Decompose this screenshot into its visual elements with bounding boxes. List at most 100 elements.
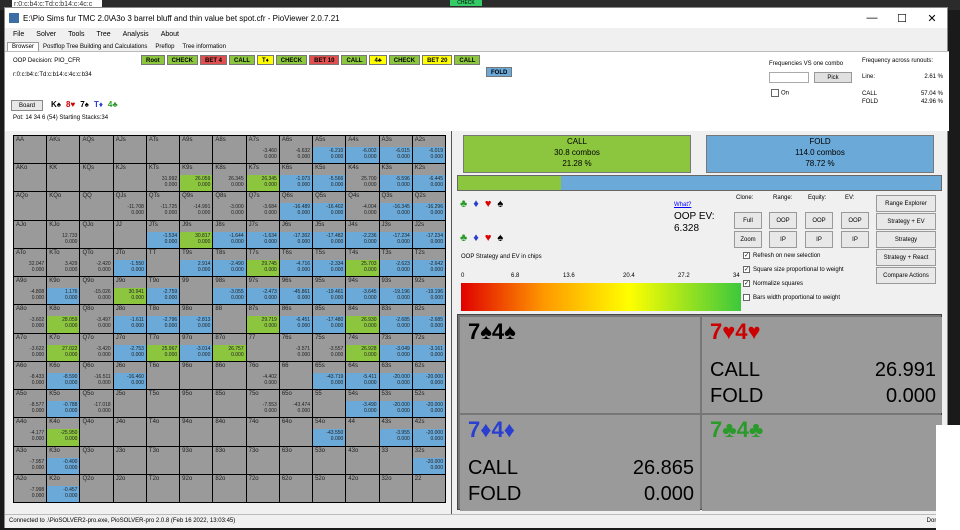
hand-cell[interactable]: A6s -6.632 0.000 <box>279 136 313 164</box>
crumb-5[interactable]: CHECK <box>275 55 308 65</box>
hand-cell[interactable]: K2s -6.445 0.000 <box>412 164 445 192</box>
hand-cell[interactable]: A4s -6.002 0.000 <box>346 136 379 164</box>
hand-cell[interactable]: 76s -3.571 0.000 <box>279 333 313 361</box>
hand-cell[interactable]: 93o <box>180 446 213 474</box>
hand-cell[interactable]: 64s -5.411 0.000 <box>346 361 379 390</box>
hand-cell[interactable]: 87o 26.757 0.000 <box>213 333 246 361</box>
strategy-react-button[interactable]: Strategy + React <box>876 249 936 266</box>
hand-cell[interactable]: 53o <box>313 446 346 474</box>
hand-cell[interactable]: QTs -11.725 0.000 <box>146 192 180 220</box>
suit-filter-icon[interactable]: ♥ <box>485 232 498 244</box>
hand-cell[interactable]: 85o <box>213 390 246 418</box>
what-link[interactable]: What? <box>674 202 691 208</box>
refresh-checkbox[interactable]: ✓ Refresh on new selection <box>743 252 820 259</box>
hand-cell[interactable]: 92s -19.196 0.000 <box>412 277 445 305</box>
hand-cell[interactable]: J7s -1.634 0.000 <box>246 220 279 248</box>
hand-cell[interactable]: KQo <box>47 192 80 220</box>
hand-cell[interactable]: 77 <box>246 333 279 361</box>
ev-oop-button[interactable]: OOP <box>841 212 869 229</box>
tab-browser[interactable]: Browser <box>7 42 40 51</box>
ev-ip-button[interactable]: IP <box>841 231 869 248</box>
hand-cell[interactable]: 62s -20.000 0.000 <box>412 361 445 390</box>
combo-tile[interactable]: 7♣4♣ <box>702 415 942 511</box>
suit-filter-icon[interactable]: ♦ <box>473 232 485 244</box>
crumb-6[interactable]: BET 10 <box>309 55 340 65</box>
hand-cell[interactable]: A9s <box>180 136 213 164</box>
suit-filter-icon[interactable]: ♣ <box>460 232 473 244</box>
hand-cell[interactable]: T4o <box>146 418 180 446</box>
hand-cell[interactable]: J8o -1.611 0.000 <box>113 305 146 333</box>
hand-cell[interactable]: A3s -6.015 0.000 <box>379 136 412 164</box>
hand-cell[interactable]: Q4o <box>80 418 113 446</box>
hand-cell[interactable]: 93s -19.196 0.000 <box>379 277 412 305</box>
crumb-2[interactable]: BET 4 <box>200 55 228 65</box>
hand-cell[interactable]: 64o <box>279 418 313 446</box>
hand-cell[interactable]: Q2o <box>80 474 113 502</box>
hand-cell[interactable]: A5o -8.577 0.000 <box>14 390 47 418</box>
hand-cell[interactable]: 63s -20.000 0.000 <box>379 361 412 390</box>
hand-cell[interactable]: J6o -16.460 0.000 <box>113 361 146 390</box>
hand-cell[interactable]: K9s 26.059 0.000 <box>180 164 213 192</box>
hand-cell[interactable]: 85s -17.480 0.000 <box>313 305 346 333</box>
hand-cell[interactable]: 44 <box>346 418 379 446</box>
hand-cell[interactable]: J2o <box>113 474 146 502</box>
call-summary[interactable]: CALL 30.8 combos 21.28 % <box>463 135 691 173</box>
hand-cell[interactable]: A9o -4.808 0.000 <box>14 277 47 305</box>
hand-cell[interactable]: J9s 30.817 0.000 <box>180 220 213 248</box>
hand-cell[interactable]: JTs -1.534 0.000 <box>146 220 180 248</box>
full-button[interactable]: Full <box>734 212 762 229</box>
hand-cell[interactable]: Q6o -16.511 0.000 <box>80 361 113 390</box>
tab-tree-info[interactable]: Tree information <box>178 43 229 51</box>
hand-cell[interactable]: A7s -3.460 0.000 <box>246 136 279 164</box>
board-button[interactable]: Board <box>11 100 43 111</box>
hand-cell[interactable]: J2s -17.234 0.000 <box>412 220 445 248</box>
hand-cell[interactable]: K2o -0.457 0.000 <box>47 474 80 502</box>
hand-cell[interactable]: Q7s -3.684 0.000 <box>246 192 279 220</box>
menu-file[interactable]: File <box>13 31 24 38</box>
suit-filter-icon[interactable]: ♦ <box>473 198 485 210</box>
hand-cell[interactable]: K5o -0.788 0.000 <box>47 390 80 418</box>
hand-cell[interactable]: 65o -43.474 0.000 <box>279 390 313 418</box>
hand-cell[interactable]: ATs <box>146 136 180 164</box>
hand-cell[interactable]: 63o <box>279 446 313 474</box>
hand-cell[interactable]: K3o -0.400 0.000 <box>47 446 80 474</box>
hand-cell[interactable]: 96o <box>180 361 213 390</box>
hand-cell[interactable]: KJs <box>113 164 146 192</box>
hand-cell[interactable]: J5s -17.482 0.000 <box>313 220 346 248</box>
strategy-ev-button[interactable]: Strategy + EV <box>876 213 936 230</box>
hand-cell[interactable]: J9o 30.941 0.000 <box>113 277 146 305</box>
hand-cell[interactable]: K6s -1.073 0.000 <box>279 164 313 192</box>
hand-cell[interactable]: KK <box>47 164 80 192</box>
hand-cell[interactable]: QTo -2.420 0.000 <box>80 248 113 277</box>
hand-cell[interactable]: J8s -1.644 0.000 <box>213 220 246 248</box>
hand-cell[interactable]: K8s 26.345 0.000 <box>213 164 246 192</box>
range-ip-button[interactable]: IP <box>769 231 797 248</box>
hand-cell[interactable]: 75o -7.553 0.000 <box>246 390 279 418</box>
hand-cell[interactable]: KTs 31.992 0.000 <box>146 164 180 192</box>
menu-solver[interactable]: Solver <box>36 31 56 38</box>
hand-cell[interactable]: AJs <box>113 136 146 164</box>
hand-cell[interactable]: A5s -6.210 0.000 <box>313 136 346 164</box>
suit-filter-icon[interactable]: ♣ <box>460 198 473 210</box>
hand-cell[interactable]: A2o -7.998 0.000 <box>14 474 47 502</box>
hand-cell[interactable]: J4o <box>113 418 146 446</box>
hand-cell[interactable]: T6s -4.716 0.000 <box>279 248 313 277</box>
hand-cell[interactable]: 43o <box>346 446 379 474</box>
hand-cell[interactable]: K5s -5.566 0.000 <box>313 164 346 192</box>
hand-cell[interactable]: 42o <box>346 474 379 502</box>
hand-cell[interactable]: 84s 26.930 0.000 <box>346 305 379 333</box>
hand-cell[interactable]: AKo <box>14 164 47 192</box>
hand-cell[interactable]: 87s 29.719 0.000 <box>246 305 279 333</box>
hand-cell[interactable]: 97o -3.014 0.000 <box>180 333 213 361</box>
hand-cell[interactable]: Q8o -3.497 0.000 <box>80 305 113 333</box>
combo-tile[interactable]: 7♠4♠ <box>460 317 700 413</box>
crumb-1[interactable]: CHECK <box>166 55 199 65</box>
hand-cell[interactable]: Q7o -3.420 0.000 <box>80 333 113 361</box>
fold-summary[interactable]: FOLD 114.0 combos 78.72 % <box>706 135 934 173</box>
hand-cell[interactable]: K7s 26.345 0.000 <box>246 164 279 192</box>
combo-tile[interactable]: 7♦4♦ CALL 26.865 FOLD 0.000 <box>460 415 700 511</box>
suit-filter-row-2[interactable]: ♣♦♥♠ <box>460 232 509 244</box>
range-explorer-button[interactable]: Range Explorer <box>876 195 936 212</box>
hand-cell[interactable]: AQs <box>80 136 113 164</box>
hand-cell[interactable]: JTo -1.550 0.000 <box>113 248 146 277</box>
